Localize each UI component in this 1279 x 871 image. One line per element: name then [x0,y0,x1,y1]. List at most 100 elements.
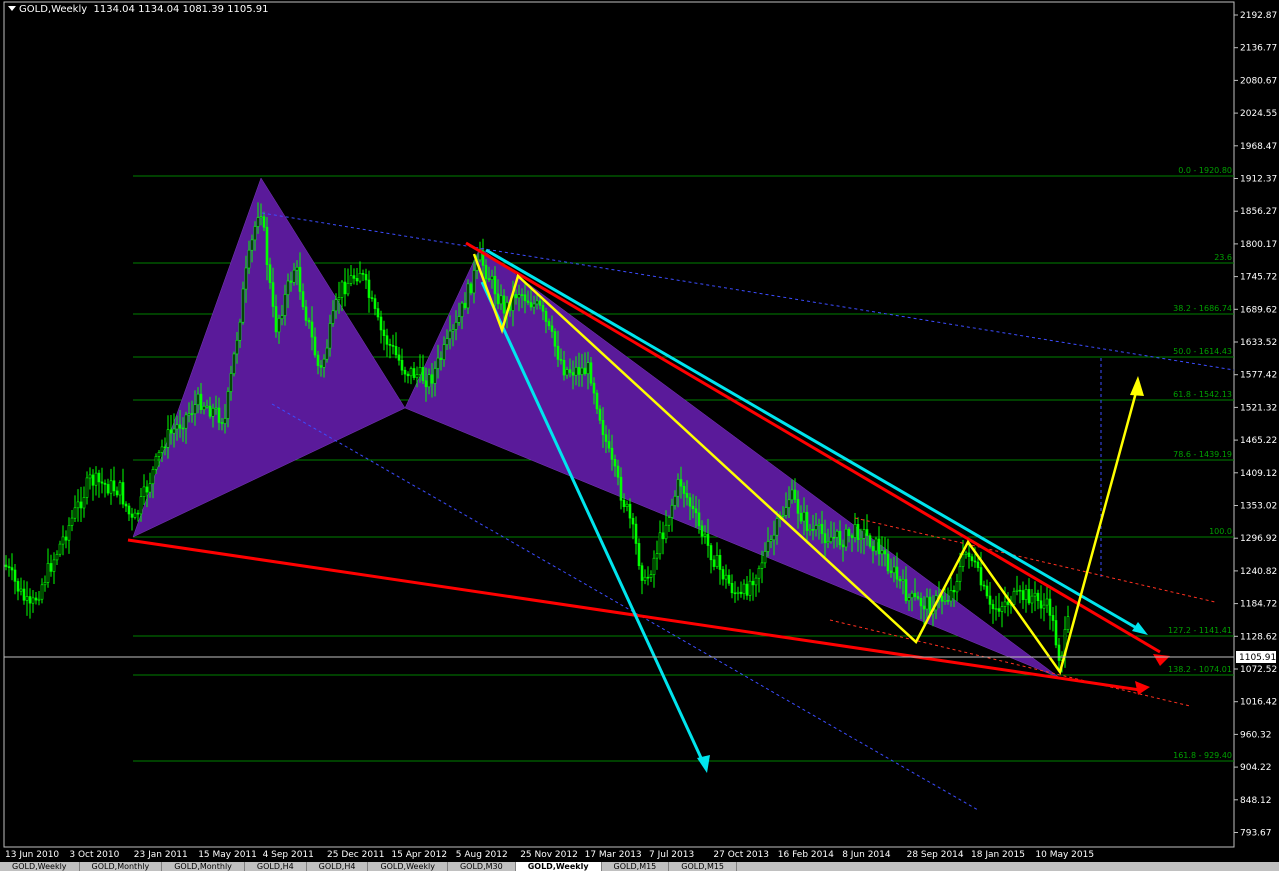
fib-level-label: 161.8 - 929.40 [1173,751,1232,760]
candle-body [859,538,863,541]
candle-body [727,574,731,584]
current-price-label: 1105.91 [1239,653,1276,663]
symbol-label: GOLD,Weekly [19,4,88,15]
candle-body [853,523,857,538]
chart-tab[interactable]: GOLD,M30 [448,862,516,871]
candle-body [412,368,416,378]
candle-body [886,553,890,572]
candle-body [184,414,188,429]
candle-body [265,226,269,265]
price-tick-label: 904.22 [1240,763,1272,773]
candle-body [121,482,125,505]
candle-body [961,554,965,567]
chart-tab[interactable]: GOLD,Weekly [368,862,448,871]
candle-body [1048,598,1052,616]
candle-body [409,368,413,377]
candle-body [634,523,638,544]
candle-body [994,608,998,610]
candle-body [1033,592,1037,597]
candle-body [1018,589,1022,592]
candle-body [28,596,32,604]
date-axis: 13 Jun 2010 3 Oct 2010 23 Jan 2011 15 May 2… [5,850,1094,860]
candle-body [868,535,872,547]
date-tick-label: 10 May 2015 [1035,850,1094,860]
candle-body [442,344,446,360]
candle-body [898,578,902,582]
chart-tab[interactable]: GOLD,H4 [245,862,307,871]
date-tick-label: 13 Jun 2010 [5,850,59,860]
price-tick-label: 1240.82 [1240,567,1277,577]
candle-body [754,577,758,586]
candle-body [790,489,794,501]
candle-body [958,566,962,582]
candle-body [520,294,524,296]
candle-body [529,302,533,308]
chart-tab[interactable]: GOLD,Weekly [0,862,80,871]
candle-body [871,545,875,552]
candle-body [547,321,551,327]
candle-body [394,346,398,356]
candle-body [19,588,23,592]
dropdown-triangle-icon[interactable] [8,6,16,11]
candle-body [271,282,275,307]
candle-body [331,310,335,324]
candle-body [364,274,368,281]
candle-body [403,369,407,375]
chart-tab[interactable]: GOLD,Monthly [80,862,163,871]
candle-body [922,605,926,610]
candle-body [595,392,599,410]
candle-body [373,298,377,309]
candle-body [541,305,545,312]
candle-body [145,486,149,493]
candle-body [16,581,20,592]
candle-body [415,374,419,378]
candle-body [757,567,761,579]
chart-tab[interactable]: GOLD,M15 [669,862,738,871]
candle-body [304,306,308,321]
candle-body [298,266,302,292]
chart-tab[interactable]: GOLD,H4 [307,862,369,871]
candle-body [925,596,929,610]
candle-body [253,226,257,241]
candle-body [379,316,383,331]
candle-body [367,279,371,298]
candle-body [523,294,527,302]
candle-body [136,512,140,515]
chart-tab[interactable]: GOLD,Weekly [515,862,602,871]
candle-body [400,359,404,371]
date-tick-label: 16 Feb 2014 [778,850,834,860]
candle-body [274,306,278,333]
candle-body [268,264,272,283]
candle-body [682,485,686,494]
candle-body [469,283,473,294]
candle-body [322,358,326,368]
candle-body [421,366,425,382]
candle-body [58,543,62,555]
candle-body [94,472,98,486]
chart-tab[interactable]: GOLD,Monthly [162,862,245,871]
price-chart[interactable]: 0.0 - 1920.80 23.6 38.2 - 1686.74 50.0 - 16… [0,0,1279,871]
candle-body [649,574,653,578]
candle-body [139,496,143,515]
candle-body [1030,595,1034,604]
candle-body [103,482,107,485]
candle-body [88,474,92,479]
candle-body [1024,589,1028,601]
candle-body [793,489,797,500]
candle-body [1012,591,1016,605]
candle-body [514,294,518,299]
candle-body [157,452,161,457]
fib-level-label: 61.8 - 1542.13 [1173,390,1232,399]
candle-body [559,358,563,361]
candle-body [661,532,665,540]
candle-body [826,541,830,544]
candle-body [856,523,860,540]
candle-body [286,280,290,295]
candle-body [724,574,728,580]
candle-body [493,275,497,295]
candle-body [1045,598,1049,606]
price-tick-label: 1689.62 [1240,305,1277,315]
candle-body [160,446,164,453]
chart-tab[interactable]: GOLD,M15 [602,862,670,871]
candle-body [538,300,542,306]
